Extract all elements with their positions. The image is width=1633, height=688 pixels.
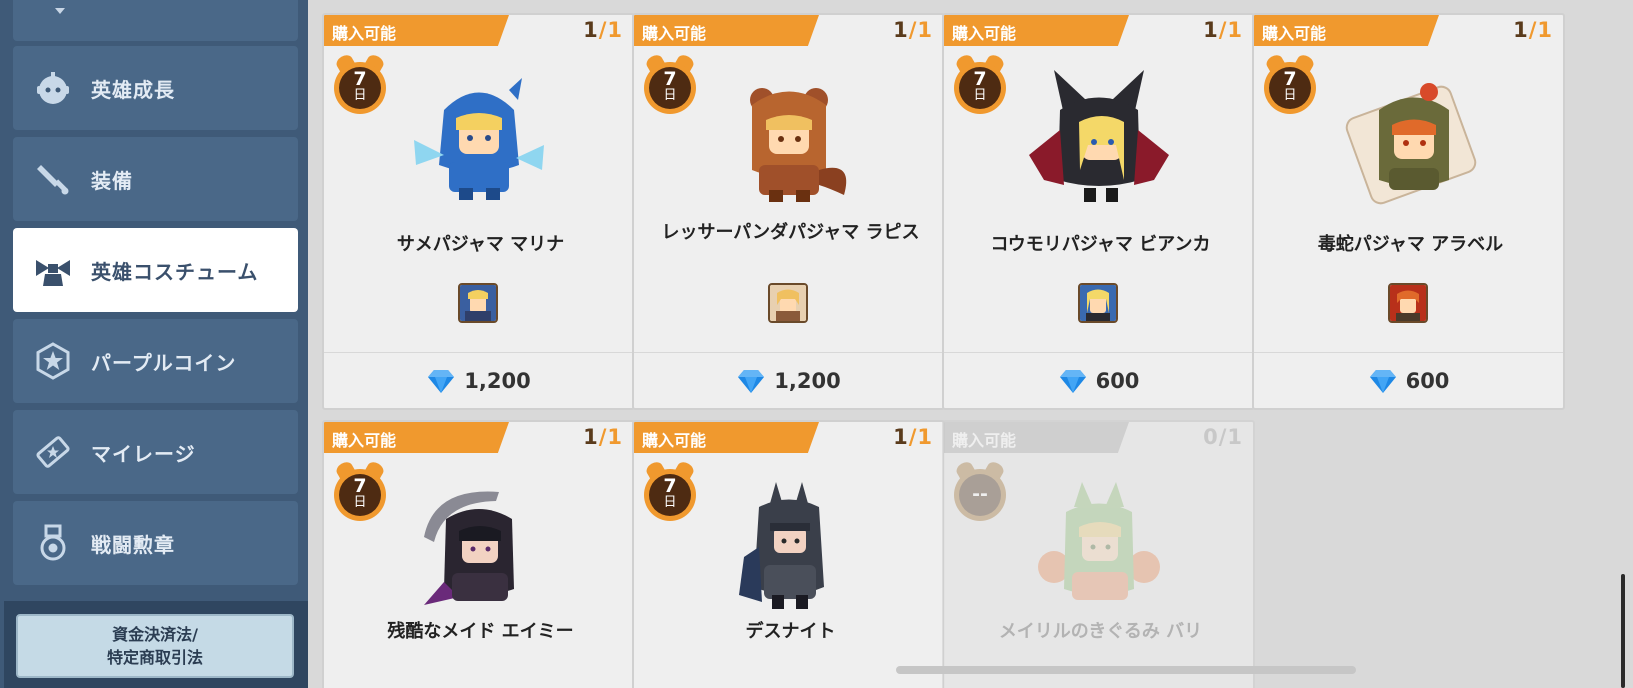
costume-name: デスナイト bbox=[745, 621, 836, 642]
purchase-available-ribbon: 購入可能 bbox=[324, 422, 509, 453]
price-row[interactable]: 1,200 bbox=[634, 352, 943, 408]
costume-bow-icon bbox=[31, 248, 75, 292]
costume-card[interactable]: 購入可能 1/1 7日 残酷なメイド エイミー bbox=[322, 420, 635, 688]
price-value: 1,200 bbox=[464, 369, 531, 393]
blue-gem-icon bbox=[1369, 370, 1396, 393]
purchase-available-ribbon: 購入可能 bbox=[324, 15, 509, 46]
sword-icon bbox=[31, 157, 75, 201]
hero-thumbnail bbox=[1388, 283, 1428, 323]
price-value: 1,200 bbox=[774, 369, 841, 393]
robot-face-icon bbox=[31, 66, 75, 110]
purchase-count: 1/1 bbox=[893, 18, 933, 42]
costume-name: サメパジャマ マリナ bbox=[396, 234, 565, 255]
ticket-star-icon bbox=[31, 430, 75, 474]
vertical-scrollbar[interactable] bbox=[1621, 574, 1625, 688]
costume-card[interactable]: 購入可能 1/1 7日 サメパジャマ マリナ 1,200 bbox=[322, 13, 635, 410]
hero-thumbnail bbox=[768, 283, 808, 323]
sidebar-item-label: 英雄成長 bbox=[91, 77, 175, 102]
sidebar: 英雄成長 装備 英雄コスチューム パープルコイン マイレージ 戦闘勲章 資金決済… bbox=[0, 0, 308, 688]
costume-name: 毒蛇パジャマ アラベル bbox=[1317, 234, 1504, 255]
sidebar-item-label: 英雄コスチューム bbox=[91, 259, 259, 284]
sidebar-footer: 資金決済法/ 特定商取引法 bbox=[4, 601, 308, 688]
costume-card[interactable]: 購入可能 1/1 7日 コウモリパジャマ ビアンカ 600 bbox=[942, 13, 1255, 410]
purchase-available-ribbon: 購入可能 bbox=[634, 422, 819, 453]
sidebar-item-mileage[interactable]: マイレージ bbox=[13, 410, 298, 494]
costume-card[interactable]: 購入可能 1/1 7日 毒蛇パジャマ アラベル 600 bbox=[1252, 13, 1565, 410]
costume-card[interactable]: 購入可能 1/1 7日 デスナイト bbox=[632, 420, 945, 688]
costume-card[interactable]: 購入可能 1/1 7日 レッサーパンダパジャマ ラピス 1,200 bbox=[632, 13, 945, 410]
costume-name: レッサーパンダパジャマ ラピス bbox=[661, 222, 920, 243]
purchase-count: 1/1 bbox=[583, 18, 623, 42]
alarm-clock-icon: 7日 bbox=[1262, 52, 1318, 118]
costume-name: 残酷なメイド エイミー bbox=[387, 621, 574, 642]
purchase-available-ribbon: 購入可能 bbox=[1254, 15, 1439, 46]
purchase-available-ribbon: 購入可能 bbox=[944, 15, 1129, 46]
purchase-count: 1/1 bbox=[893, 425, 933, 449]
blue-gem-icon bbox=[738, 370, 765, 393]
costume-name: コウモリパジャマ ビアンカ bbox=[990, 234, 1211, 255]
price-value: 600 bbox=[1405, 369, 1450, 393]
sidebar-item-hero-growth[interactable]: 英雄成長 bbox=[13, 46, 298, 130]
sidebar-item-label: パープルコイン bbox=[91, 350, 237, 375]
costume-card[interactable]: 購入可能 0/1 -- メイリルのきぐるみ バリ bbox=[942, 420, 1255, 688]
purchase-available-ribbon: 購入可能 bbox=[944, 422, 1129, 453]
alarm-clock-icon: 7日 bbox=[642, 52, 698, 118]
blue-gem-icon bbox=[1059, 370, 1086, 393]
hero-thumbnail bbox=[458, 283, 498, 323]
price-row[interactable]: 1,200 bbox=[324, 352, 633, 408]
costume-shop-grid: 購入可能 1/1 7日 サメパジャマ マリナ 1,200 購入可能 1/1 7日 bbox=[308, 0, 1633, 688]
hero-thumbnail bbox=[1078, 283, 1118, 323]
alarm-clock-icon: 7日 bbox=[952, 52, 1008, 118]
alarm-clock-icon: -- bbox=[952, 459, 1008, 525]
hero-sprite-death-knight bbox=[739, 482, 824, 609]
purchase-count: 1/1 bbox=[583, 425, 623, 449]
sidebar-item-purple-coin[interactable]: パープルコイン bbox=[13, 319, 298, 403]
sidebar-item-equipment[interactable]: 装備 bbox=[13, 137, 298, 221]
hero-sprite-red-panda-pajama bbox=[750, 88, 847, 202]
legal-notice-button[interactable]: 資金決済法/ 特定商取引法 bbox=[16, 614, 294, 678]
purchase-count: 1/1 bbox=[1513, 18, 1553, 42]
hero-sprite-meiril-kigurumi bbox=[1038, 482, 1160, 600]
horizontal-scrollbar[interactable] bbox=[896, 666, 1356, 674]
hero-sprite-viper-pajama bbox=[1345, 83, 1477, 205]
sidebar-item-label: 戦闘勲章 bbox=[91, 532, 175, 557]
sidebar-collapse-toggle[interactable] bbox=[13, 0, 298, 41]
price-row[interactable]: 600 bbox=[944, 352, 1253, 408]
sidebar-item-label: 装備 bbox=[91, 168, 133, 193]
hero-sprite-shark-pajama bbox=[414, 78, 544, 200]
costume-name: メイリルのきぐるみ バリ bbox=[998, 621, 1203, 642]
hero-sprite-cruel-maid bbox=[424, 491, 514, 605]
sidebar-item-label: マイレージ bbox=[91, 441, 196, 466]
purchase-count: 0/1 bbox=[1203, 425, 1243, 449]
purchase-count: 1/1 bbox=[1203, 18, 1243, 42]
sidebar-item-battle-medal[interactable]: 戦闘勲章 bbox=[13, 501, 298, 585]
medal-icon bbox=[31, 521, 75, 565]
hero-sprite-bat-pajama bbox=[1029, 70, 1169, 202]
blue-gem-icon bbox=[428, 370, 455, 393]
alarm-clock-icon: 7日 bbox=[642, 459, 698, 525]
purchase-available-ribbon: 購入可能 bbox=[634, 15, 819, 46]
price-row[interactable]: 600 bbox=[1254, 352, 1563, 408]
sidebar-item-hero-costume[interactable]: 英雄コスチューム bbox=[13, 228, 298, 312]
chevron-down-icon bbox=[55, 8, 65, 14]
alarm-clock-icon: 7日 bbox=[332, 459, 388, 525]
hexagon-star-coin-icon bbox=[31, 339, 75, 383]
alarm-clock-icon: 7日 bbox=[332, 52, 388, 118]
price-value: 600 bbox=[1095, 369, 1140, 393]
